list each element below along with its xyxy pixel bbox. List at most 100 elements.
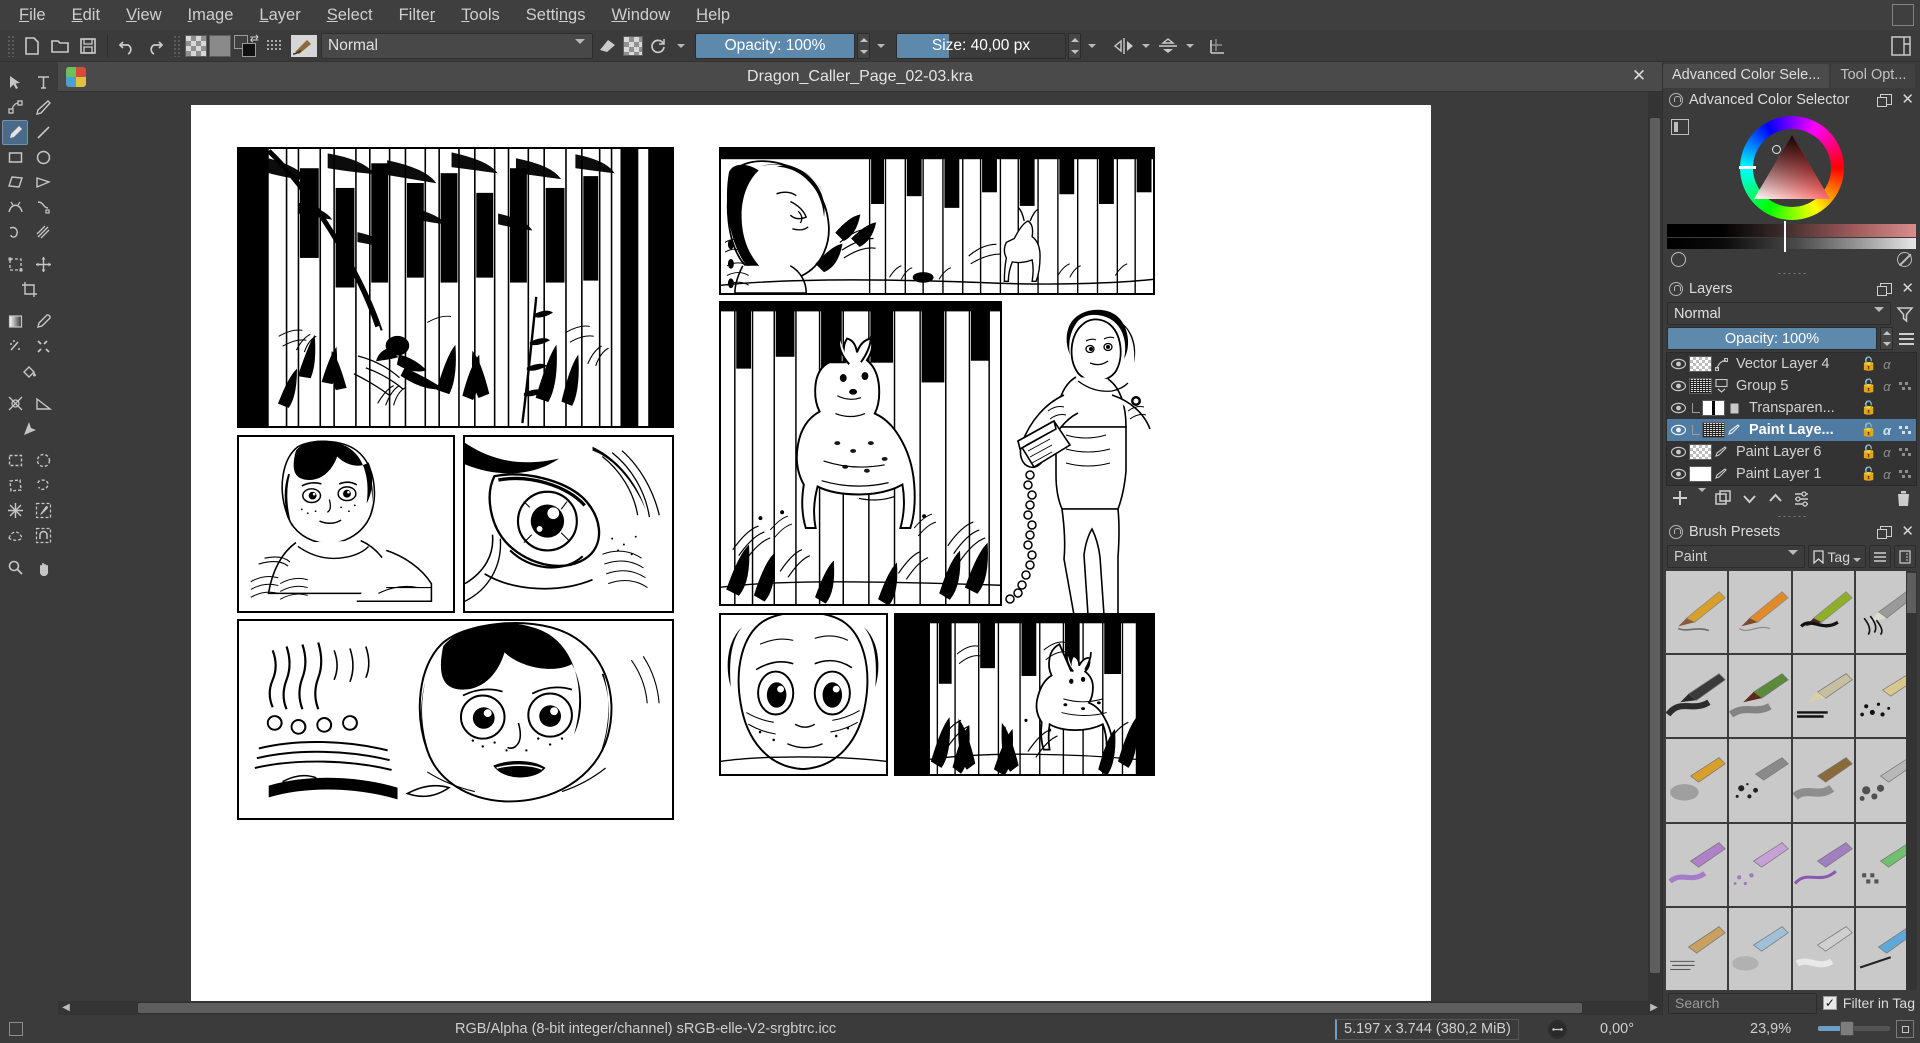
preserve-alpha-icon[interactable] bbox=[623, 36, 643, 56]
layer-options-menu-icon[interactable] bbox=[1896, 327, 1916, 350]
brush-preset-cell[interactable] bbox=[1793, 824, 1854, 906]
select-shapes-tool[interactable] bbox=[2, 70, 28, 95]
menu-image[interactable]: Image bbox=[175, 1, 247, 29]
docker-splitter-brushes[interactable] bbox=[1663, 512, 1920, 520]
freehand-path-tool[interactable] bbox=[30, 195, 56, 220]
open-document-icon[interactable] bbox=[47, 33, 73, 59]
layer-lock-icon[interactable]: 🔓 bbox=[1861, 356, 1877, 372]
canvas-viewport[interactable] bbox=[58, 92, 1662, 1001]
canvas-horizontal-scroll-thumb[interactable] bbox=[138, 1003, 1582, 1013]
close-document-icon[interactable]: ✕ bbox=[1630, 67, 1648, 85]
brush-preset-cell[interactable] bbox=[1666, 908, 1727, 990]
ellipse-tool[interactable] bbox=[30, 145, 56, 170]
comic-page[interactable] bbox=[191, 105, 1431, 1001]
vertical-mirror-icon[interactable] bbox=[1155, 33, 1181, 59]
layer-alpha-icon[interactable]: α bbox=[1879, 378, 1895, 394]
brush-grid-scroll-thumb[interactable] bbox=[1907, 573, 1916, 613]
edit-shapes-tool[interactable] bbox=[2, 95, 28, 120]
docker-splitter-layers[interactable] bbox=[1663, 269, 1920, 277]
fit-to-page-icon[interactable] bbox=[1896, 1020, 1914, 1038]
layer-inherit-alpha-icon[interactable] bbox=[1897, 422, 1913, 438]
document-tab-title[interactable]: Dragon_Caller_Page_02-03.kra bbox=[58, 68, 1662, 86]
image-dimensions-text[interactable]: 5.197 x 3.744 (380,2 MiB) bbox=[1335, 1019, 1519, 1040]
panel-eye-closeup[interactable] bbox=[463, 435, 674, 613]
canvas-horizontal-scrollbar[interactable]: ◀ ▶ bbox=[58, 1001, 1662, 1015]
layer-visibility-icon[interactable] bbox=[1667, 358, 1689, 370]
panel-deer-tall[interactable] bbox=[719, 301, 1002, 606]
vertical-mirror-chevron-icon[interactable] bbox=[1183, 33, 1197, 59]
panel-deer-face[interactable] bbox=[719, 613, 888, 776]
brush-preset-cell[interactable] bbox=[1793, 571, 1854, 653]
size-slider[interactable]: Size: 40,00 px bbox=[896, 33, 1066, 59]
float-brush-docker-icon[interactable] bbox=[1880, 526, 1892, 537]
layer-alpha-icon[interactable]: α bbox=[1879, 356, 1895, 372]
reference-images-tool[interactable] bbox=[16, 416, 42, 441]
polygon-tool[interactable] bbox=[2, 170, 28, 195]
smart-patch-tool[interactable] bbox=[30, 334, 56, 359]
magnetic-selection-tool[interactable] bbox=[30, 523, 56, 548]
delete-layer-button[interactable] bbox=[1895, 490, 1912, 512]
float-docker-icon[interactable] bbox=[1880, 94, 1892, 105]
brush-list-view-icon[interactable] bbox=[1869, 545, 1891, 568]
tab-advanced-color-selector[interactable]: Advanced Color Sele... bbox=[1663, 64, 1829, 88]
menu-tools[interactable]: Tools bbox=[448, 1, 513, 29]
layer-inherit-alpha-icon[interactable] bbox=[1897, 378, 1913, 394]
fill-tool[interactable] bbox=[16, 359, 42, 384]
brush-presets-list-icon[interactable] bbox=[261, 33, 287, 59]
filter-in-tag-checkbox[interactable]: ✓ bbox=[1823, 996, 1837, 1010]
menu-window[interactable]: Window bbox=[598, 1, 683, 29]
layer-visibility-icon[interactable] bbox=[1667, 446, 1689, 458]
polyline-tool[interactable] bbox=[30, 170, 56, 195]
table-row[interactable]: Paint Layer 1 🔓 α bbox=[1667, 463, 1916, 485]
layers-docker-lock-icon[interactable] bbox=[1669, 282, 1683, 296]
opacity-slider[interactable]: Opacity: 100% bbox=[695, 33, 855, 59]
layer-visibility-icon[interactable] bbox=[1667, 468, 1689, 480]
zoom-level-text[interactable]: 23,9% bbox=[1750, 1021, 1791, 1037]
menu-help[interactable]: Help bbox=[683, 1, 743, 29]
redo-icon[interactable] bbox=[142, 33, 168, 59]
bezier-selection-tool[interactable] bbox=[2, 523, 28, 548]
text-tool[interactable] bbox=[30, 70, 56, 95]
dynamic-brush-tool[interactable] bbox=[2, 220, 28, 245]
layer-lock-icon[interactable]: 🔓 bbox=[1861, 444, 1877, 460]
reset-color-icon[interactable] bbox=[1671, 252, 1686, 267]
panel-profile-forest[interactable] bbox=[719, 147, 1155, 295]
panel-deer-run[interactable] bbox=[894, 613, 1155, 776]
saturation-value-triangle[interactable] bbox=[1752, 133, 1832, 203]
close-layers-docker-icon[interactable]: ✕ bbox=[1901, 283, 1914, 295]
new-document-icon[interactable] bbox=[19, 33, 45, 59]
close-docker-icon[interactable]: ✕ bbox=[1901, 94, 1914, 106]
move-layer-up-button[interactable] bbox=[1767, 490, 1784, 512]
horizontal-mirror-chevron-icon[interactable] bbox=[1139, 33, 1153, 59]
brush-preset-cell[interactable] bbox=[1666, 824, 1727, 906]
table-row[interactable]: Transparen... 🔓 bbox=[1667, 397, 1916, 419]
brush-preset-cell[interactable] bbox=[1666, 571, 1727, 653]
duplicate-layer-button[interactable] bbox=[1715, 490, 1732, 512]
crop-tool[interactable] bbox=[16, 277, 42, 302]
pan-tool[interactable] bbox=[30, 555, 56, 580]
similar-color-selection-tool[interactable] bbox=[30, 498, 56, 523]
brush-preset-cell[interactable] bbox=[1729, 824, 1790, 906]
menu-filter[interactable]: Filter bbox=[386, 1, 449, 29]
horizontal-mirror-icon[interactable] bbox=[1111, 33, 1137, 59]
current-brush-preset-icon[interactable] bbox=[289, 33, 319, 59]
brush-docker-lock-icon[interactable] bbox=[1669, 525, 1683, 539]
color-picker-tool[interactable] bbox=[30, 309, 56, 334]
freehand-selection-tool[interactable] bbox=[30, 473, 56, 498]
toolbar-grip-2[interactable] bbox=[173, 35, 180, 57]
canvas-vertical-scroll-thumb[interactable] bbox=[1650, 118, 1660, 973]
brush-preset-cell[interactable] bbox=[1666, 739, 1727, 821]
scroll-right-icon[interactable]: ▶ bbox=[1648, 1002, 1660, 1014]
foreground-background-color[interactable]: ⇄ bbox=[233, 34, 259, 58]
rectangular-selection-tool[interactable] bbox=[2, 448, 28, 473]
eraser-mode-icon[interactable] bbox=[595, 33, 621, 59]
size-options-chevron-icon[interactable] bbox=[1083, 33, 1101, 59]
table-row[interactable]: Group 5 🔓 α bbox=[1667, 375, 1916, 397]
colorize-mask-tool[interactable] bbox=[2, 334, 28, 359]
move-layer-down-button[interactable] bbox=[1741, 490, 1758, 512]
layer-lock-icon[interactable]: 🔓 bbox=[1861, 466, 1877, 482]
gradient-tool[interactable] bbox=[2, 309, 28, 334]
zoom-slider[interactable] bbox=[1818, 1026, 1890, 1031]
brush-preset-cell[interactable] bbox=[1729, 739, 1790, 821]
transform-tool[interactable] bbox=[2, 252, 28, 277]
